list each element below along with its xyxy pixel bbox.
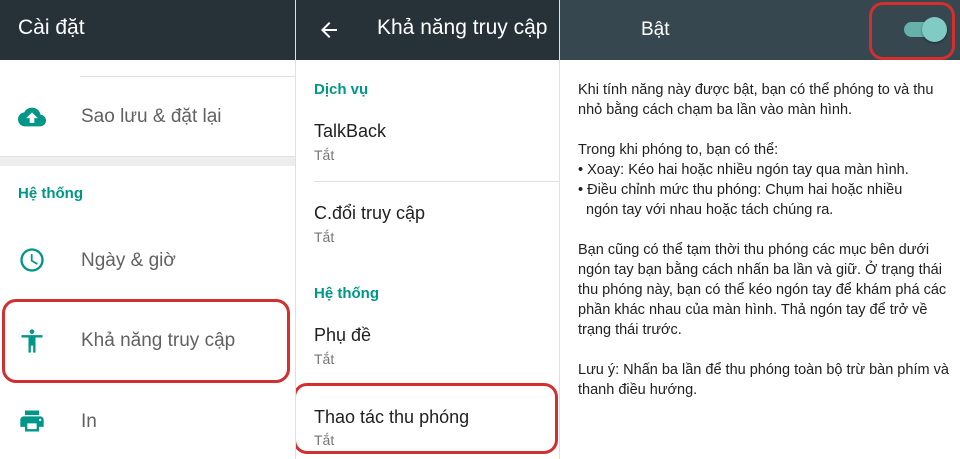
highlight-box bbox=[869, 2, 955, 60]
accessibility-panel: Khả năng truy cập Dịch vụ TalkBack Tắt C… bbox=[295, 0, 559, 459]
settings-item-label: Sao lưu & đặt lại bbox=[81, 106, 222, 127]
item-status: Tắt bbox=[314, 351, 335, 367]
highlight-box bbox=[296, 383, 558, 454]
divider bbox=[80, 76, 295, 77]
arrow-back-icon[interactable] bbox=[317, 18, 341, 42]
description-bullet-continuation: ngón tay với nhau hoặc tách chúng ra. bbox=[586, 202, 834, 218]
accessibility-item-switch-access[interactable]: C.đổi truy cập Tắt bbox=[296, 194, 559, 254]
magnification-panel: Bật Khi tính năng này được bật, bạn có t… bbox=[559, 0, 960, 459]
clock-icon bbox=[20, 248, 44, 272]
accessibility-app-bar: Khả năng truy cập bbox=[296, 0, 559, 60]
toggle-label: Bật bbox=[641, 19, 670, 40]
description-paragraph: Trong khi phóng to, bạn có thể: • Xoay: … bbox=[578, 140, 950, 220]
description-bullet: • Xoay: Kéo hai hoặc nhiều ngón tay qua … bbox=[578, 162, 909, 178]
section-header-system: Hệ thống bbox=[314, 285, 379, 302]
settings-item-label: In bbox=[81, 411, 97, 432]
divider bbox=[314, 181, 559, 182]
magnification-toggle-bar[interactable]: Bật bbox=[560, 0, 960, 60]
page-title: Khả năng truy cập bbox=[377, 16, 548, 39]
accessibility-item-captions[interactable]: Phụ đề Tắt bbox=[296, 316, 559, 376]
accessibility-item-talkback[interactable]: TalkBack Tắt bbox=[296, 112, 559, 172]
highlight-box bbox=[2, 299, 290, 383]
printer-icon bbox=[20, 410, 44, 432]
settings-item-date-time[interactable]: Ngày & giờ bbox=[0, 232, 295, 288]
settings-app-bar: Cài đặt bbox=[0, 0, 295, 60]
description-bullet: • Điều chỉnh mức thu phóng: Chụm hai hoặ… bbox=[578, 182, 903, 198]
item-title: TalkBack bbox=[314, 121, 387, 141]
description-paragraph: Khi tính năng này được bật, bạn có thể p… bbox=[578, 82, 934, 118]
section-separator bbox=[0, 156, 295, 166]
settings-item-label: Ngày & giờ bbox=[81, 250, 176, 271]
description-line: Trong khi phóng to, bạn có thể: bbox=[578, 142, 779, 158]
item-status: Tắt bbox=[314, 229, 335, 245]
item-title: Phụ đề bbox=[314, 325, 372, 345]
description-note: Lưu ý: Nhấn ba lần để thu phóng toàn bộ … bbox=[578, 362, 949, 398]
settings-panel: Cài đặt Sao lưu & đặt lại Hệ thống Ngày … bbox=[0, 0, 295, 459]
item-status: Tắt bbox=[314, 147, 335, 163]
settings-item-print[interactable]: In bbox=[0, 394, 295, 450]
description-paragraph: Bạn cũng có thể tạm thời thu phóng các m… bbox=[578, 242, 947, 338]
page-title: Cài đặt bbox=[18, 16, 85, 39]
magnification-description: Khi tính năng này được bật, bạn có thể p… bbox=[578, 80, 950, 420]
section-header-system: Hệ thống bbox=[18, 185, 83, 202]
item-title: C.đổi truy cập bbox=[314, 203, 426, 223]
section-header-services: Dịch vụ bbox=[314, 81, 369, 98]
settings-item-backup[interactable]: Sao lưu & đặt lại bbox=[0, 90, 295, 146]
cloud-upload-icon bbox=[18, 107, 46, 127]
